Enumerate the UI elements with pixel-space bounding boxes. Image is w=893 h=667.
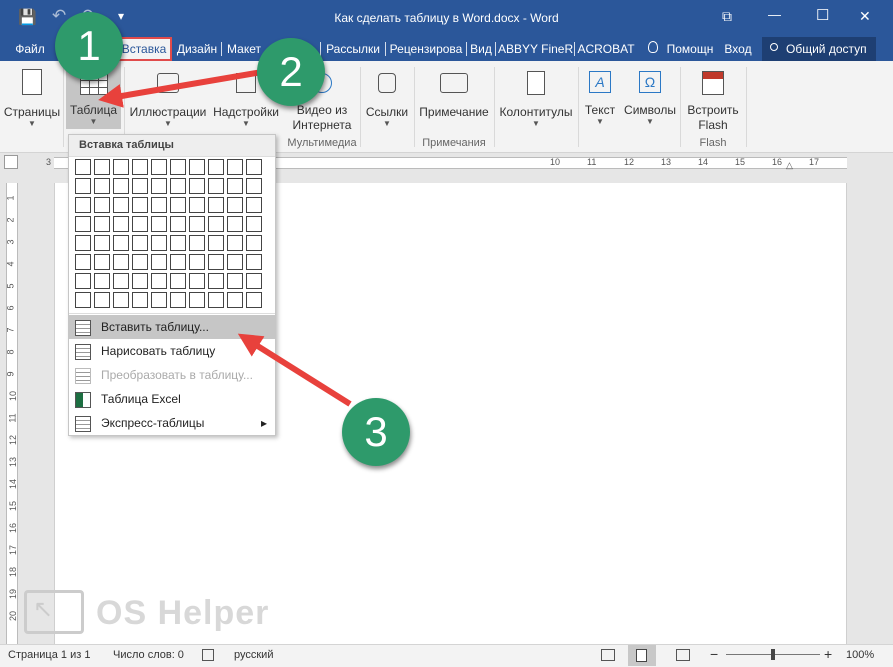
step-3-badge: 3 <box>342 398 410 466</box>
arrow-to-table-button <box>98 69 263 108</box>
step-1-badge: 1 <box>55 12 123 80</box>
step-2-badge: 2 <box>257 38 325 106</box>
annotation-arrows <box>98 69 352 407</box>
arrow-to-insert-table <box>237 333 352 407</box>
